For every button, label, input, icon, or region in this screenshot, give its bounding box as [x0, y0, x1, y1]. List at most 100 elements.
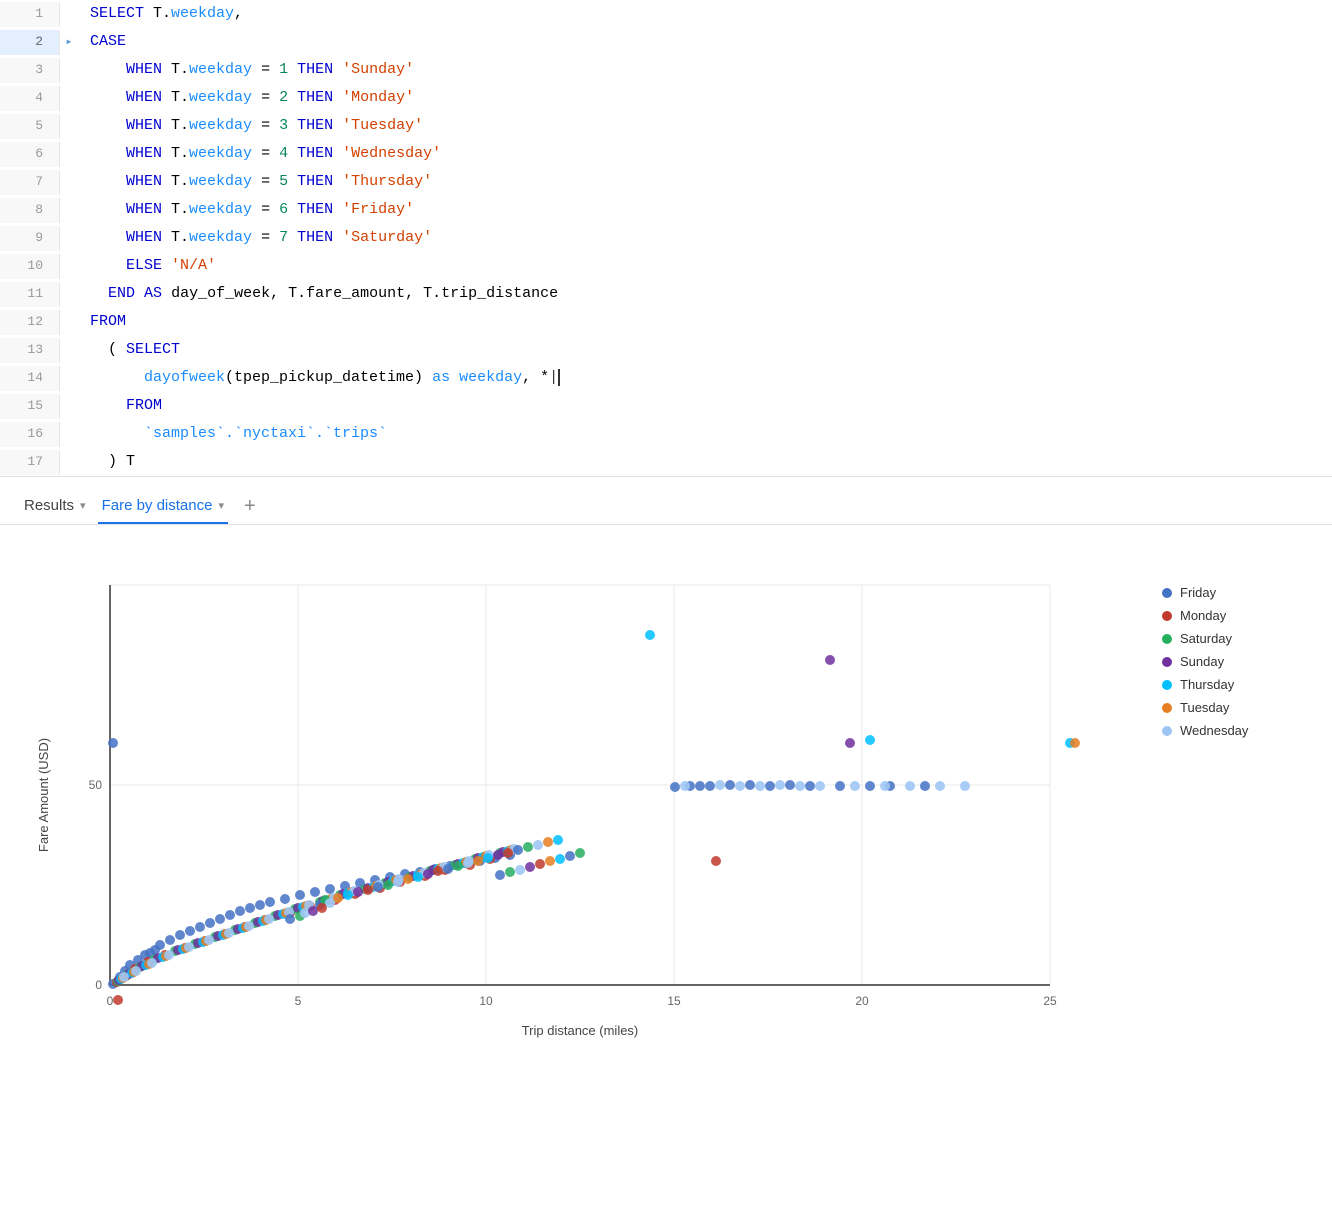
code-content: ) T — [78, 448, 135, 476]
legend-label: Wednesday — [1180, 723, 1248, 738]
code-content: WHEN T.weekday = 4 THEN 'Wednesday' — [78, 140, 441, 168]
code-line-7: 7 WHEN T.weekday = 5 THEN 'Thursday' — [0, 168, 1332, 196]
token-cursor: | — [549, 369, 560, 386]
legend-dot — [1162, 588, 1172, 598]
code-content: CASE — [78, 28, 126, 56]
token-plain: T. — [162, 89, 189, 106]
code-line-6: 6 WHEN T.weekday = 4 THEN 'Wednesday' — [0, 140, 1332, 168]
code-line-5: 5 WHEN T.weekday = 3 THEN 'Tuesday' — [0, 112, 1332, 140]
svg-text:Fare Amount (USD): Fare Amount (USD) — [36, 738, 51, 852]
token-kw: THEN — [297, 145, 333, 162]
legend-label: Tuesday — [1180, 700, 1229, 715]
svg-text:15: 15 — [667, 994, 681, 1008]
token-plain — [135, 285, 144, 302]
code-content: FROM — [78, 308, 126, 336]
code-line-2: 2▸CASE — [0, 28, 1332, 56]
line-number: 2 — [0, 30, 60, 55]
svg-text:50: 50 — [89, 778, 103, 792]
token-plain: ( — [90, 341, 126, 358]
scatter-chart: Fare Amount (USD) 0 50 — [30, 545, 1090, 1045]
token-col: weekday — [189, 201, 252, 218]
token-kw: THEN — [297, 229, 333, 246]
token-str: 'Saturday' — [342, 229, 432, 246]
code-line-12: 12 FROM — [0, 308, 1332, 336]
token-col: weekday — [189, 117, 252, 134]
token-col: weekday — [189, 173, 252, 190]
token-plain — [90, 61, 126, 78]
code-line-8: 8 WHEN T.weekday = 6 THEN 'Friday' — [0, 196, 1332, 224]
token-plain — [288, 117, 297, 134]
token-kw: ELSE — [126, 257, 162, 274]
tab-add-button[interactable]: + — [236, 491, 264, 522]
line-number: 7 — [0, 170, 60, 195]
line-number: 5 — [0, 114, 60, 139]
line-number: 9 — [0, 226, 60, 251]
token-plain: = — [252, 145, 279, 162]
legend-dot — [1162, 611, 1172, 621]
token-plain: = — [252, 201, 279, 218]
token-kw: FROM — [126, 397, 162, 414]
token-plain: = — [252, 117, 279, 134]
token-kw: WHEN — [126, 61, 162, 78]
tab-fare-label: Fare by distance — [102, 497, 213, 514]
code-content: END AS day_of_week, T.fare_amount, T.tri… — [78, 280, 558, 308]
token-num: 5 — [279, 173, 288, 190]
code-content: dayofweek(tpep_pickup_datetime) as weekd… — [78, 364, 560, 392]
code-line-4: 4 WHEN T.weekday = 2 THEN 'Monday' — [0, 84, 1332, 112]
token-plain: day_of_week, T.fare_amount, T.trip_dista… — [162, 285, 558, 302]
token-num: 3 — [279, 117, 288, 134]
token-plain — [162, 257, 171, 274]
token-str: 'Tuesday' — [342, 117, 423, 134]
token-str: 'Friday' — [342, 201, 414, 218]
token-plain — [288, 61, 297, 78]
token-kw2: as — [432, 369, 450, 386]
token-plain — [333, 229, 342, 246]
line-number: 12 — [0, 310, 60, 335]
token-plain — [90, 89, 126, 106]
svg-text:20: 20 — [855, 994, 869, 1008]
token-kw: THEN — [297, 117, 333, 134]
tab-results[interactable]: Results ▾ — [20, 489, 90, 524]
tab-fare-by-distance[interactable]: Fare by distance ▾ — [98, 489, 228, 524]
token-plain — [90, 117, 126, 134]
legend-dot — [1162, 726, 1172, 736]
chart-container: Fare Amount (USD) 0 50 — [0, 525, 1332, 1065]
code-content: SELECT T.weekday, — [78, 0, 243, 28]
svg-text:25: 25 — [1043, 994, 1057, 1008]
line-number: 1 — [0, 2, 60, 27]
chart-legend: FridayMondaySaturdaySundayThursdayTuesda… — [1162, 545, 1302, 1045]
token-col: weekday — [189, 145, 252, 162]
code-content: `samples`.`nyctaxi`.`trips` — [78, 420, 387, 448]
line-arrow: ▸ — [60, 33, 78, 52]
token-col: weekday — [189, 89, 252, 106]
token-kw: THEN — [297, 89, 333, 106]
token-num: 7 — [279, 229, 288, 246]
code-line-16: 16 `samples`.`nyctaxi`.`trips` — [0, 420, 1332, 448]
token-kw: WHEN — [126, 117, 162, 134]
token-col: weekday — [459, 369, 522, 386]
code-line-10: 10 ELSE 'N/A' — [0, 252, 1332, 280]
token-plain — [333, 173, 342, 190]
code-line-13: 13 ( SELECT — [0, 336, 1332, 364]
code-line-15: 15 FROM — [0, 392, 1332, 420]
token-plain: = — [252, 89, 279, 106]
token-kw: WHEN — [126, 173, 162, 190]
legend-item-sunday: Sunday — [1162, 654, 1302, 669]
line-number: 8 — [0, 198, 60, 223]
line-number: 6 — [0, 142, 60, 167]
token-num: 6 — [279, 201, 288, 218]
token-plain: , * — [522, 369, 549, 386]
line-number: 16 — [0, 422, 60, 447]
token-fn: dayofweek — [144, 369, 225, 386]
token-col: weekday — [171, 5, 234, 22]
legend-item-tuesday: Tuesday — [1162, 700, 1302, 715]
token-plain: = — [252, 229, 279, 246]
code-content: WHEN T.weekday = 3 THEN 'Tuesday' — [78, 112, 423, 140]
token-str: 'Monday' — [342, 89, 414, 106]
token-plain — [288, 229, 297, 246]
token-plain: , — [234, 5, 243, 22]
line-number: 3 — [0, 58, 60, 83]
line-number: 11 — [0, 282, 60, 307]
code-content: ( SELECT — [78, 336, 180, 364]
token-plain — [90, 397, 126, 414]
